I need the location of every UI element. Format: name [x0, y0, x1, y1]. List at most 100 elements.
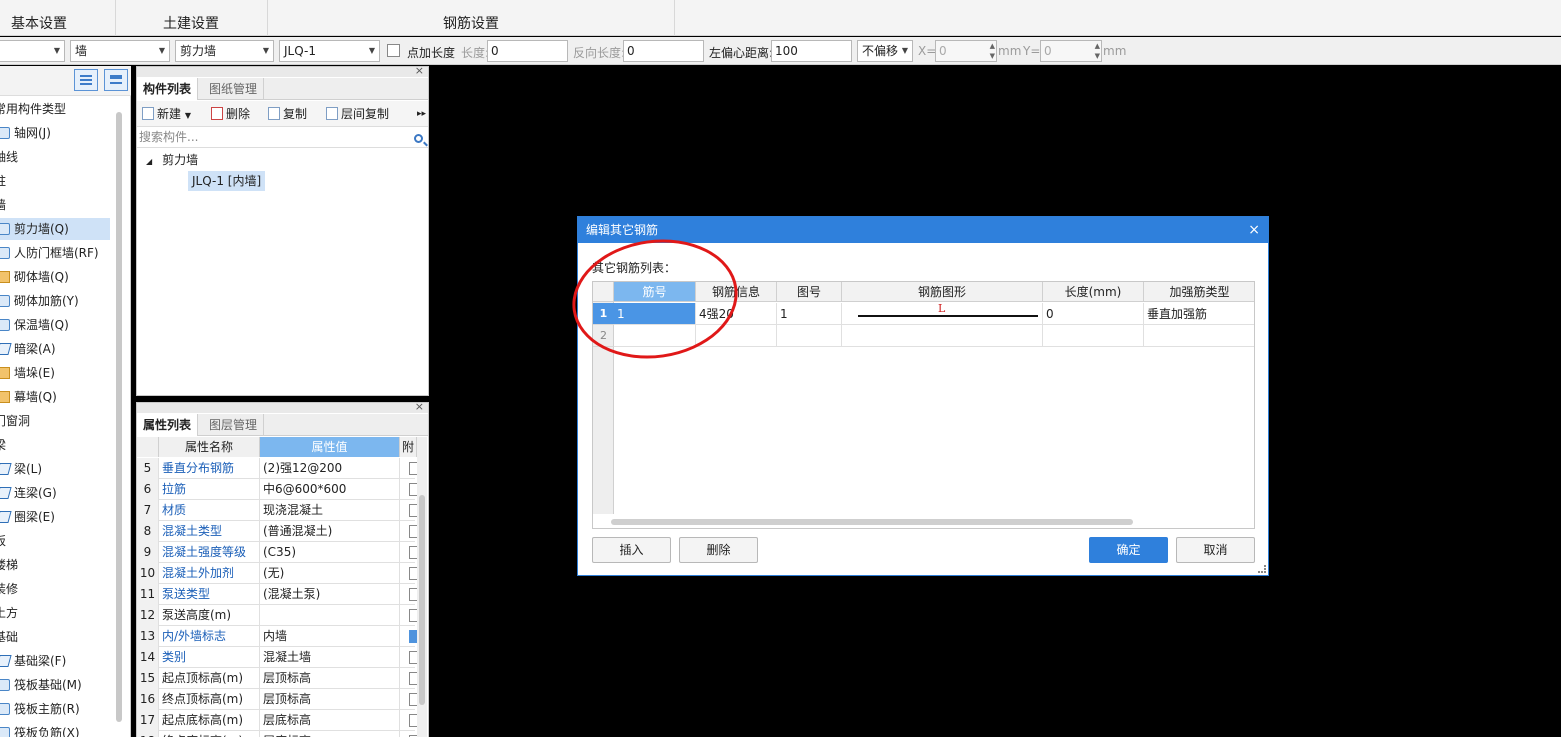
- property-row[interactable]: 16 终点顶标高(m) 层顶标高: [137, 689, 417, 710]
- property-value[interactable]: 层底标高: [260, 710, 400, 731]
- property-row[interactable]: 10 混凝土外加剂 (无): [137, 563, 417, 584]
- close-icon[interactable]: ×: [1248, 217, 1260, 243]
- cell-rebar-info[interactable]: 4强20: [696, 303, 777, 325]
- nav-item[interactable]: 筏板主筋(R): [0, 698, 110, 720]
- cell-rebar-type[interactable]: 垂直加强筋: [1144, 303, 1254, 325]
- nav-item[interactable]: 轴线: [0, 146, 106, 168]
- nav-item[interactable]: 暗梁(A): [0, 338, 110, 360]
- search-icon[interactable]: [414, 134, 423, 143]
- attach-checkbox[interactable]: [409, 609, 417, 622]
- attach-checkbox[interactable]: [409, 567, 417, 580]
- property-value[interactable]: 层顶标高: [260, 689, 400, 710]
- attach-checkbox[interactable]: [409, 546, 417, 559]
- nav-item[interactable]: 基础: [0, 626, 106, 648]
- reverse-length-input[interactable]: 0: [623, 40, 704, 62]
- cell-rebar-shape[interactable]: L: [842, 302, 1043, 325]
- property-value[interactable]: (2)强12@200: [260, 458, 400, 479]
- property-value[interactable]: (无): [260, 563, 400, 584]
- tile-view-icon[interactable]: [104, 69, 128, 91]
- attach-checkbox[interactable]: [409, 462, 417, 475]
- property-value[interactable]: (C35): [260, 542, 400, 563]
- property-scrollbar[interactable]: [417, 437, 427, 737]
- cell-rebar-type[interactable]: [1144, 325, 1254, 347]
- nav-item[interactable]: 常用构件类型: [0, 98, 106, 120]
- y-input[interactable]: 0 ▲ ▼: [1040, 40, 1102, 62]
- nav-item[interactable]: 砌体墙(Q): [0, 266, 110, 288]
- property-row[interactable]: 7 材质 现浇混凝土: [137, 500, 417, 521]
- column-bar-no[interactable]: 筋号: [614, 282, 696, 302]
- row-number[interactable]: 1: [593, 303, 614, 325]
- nav-item[interactable]: 连梁(G): [0, 482, 110, 504]
- column-length[interactable]: 长度(mm): [1043, 282, 1144, 302]
- attach-checkbox[interactable]: [409, 504, 417, 517]
- attach-checkbox[interactable]: [409, 630, 417, 643]
- nav-item[interactable]: 土方: [0, 602, 106, 624]
- cell-bar-no[interactable]: 1: [614, 303, 696, 325]
- property-row[interactable]: 13 内/外墙标志 内墙: [137, 626, 417, 647]
- tab-layer-management[interactable]: 图层管理: [203, 414, 265, 436]
- nav-item[interactable]: 保温墙(Q): [0, 314, 110, 336]
- list-view-icon[interactable]: [74, 69, 98, 91]
- property-row[interactable]: 12 泵送高度(m): [137, 605, 417, 626]
- attach-checkbox[interactable]: [409, 672, 417, 685]
- offset-mode-select[interactable]: 不偏移 ▼: [857, 40, 913, 62]
- tab-component-list[interactable]: 构件列表: [137, 78, 199, 100]
- component-search-input[interactable]: 搜索构件...: [137, 128, 428, 148]
- nav-item[interactable]: 幕墙(Q): [0, 386, 110, 408]
- attach-checkbox[interactable]: [409, 588, 417, 601]
- nav-item[interactable]: 筏板基础(M): [0, 674, 110, 696]
- property-row[interactable]: 14 类别 混凝土墙: [137, 647, 417, 668]
- spinner-icon[interactable]: ▲ ▼: [1095, 41, 1100, 61]
- nav-item[interactable]: 基础梁(F): [0, 650, 110, 672]
- row-number[interactable]: 2: [593, 325, 614, 347]
- delete-component-button[interactable]: 删除: [211, 105, 250, 123]
- length-input[interactable]: 0: [487, 40, 568, 62]
- cancel-button[interactable]: 取消: [1176, 537, 1255, 563]
- nav-item[interactable]: 板: [0, 530, 106, 552]
- floor-select[interactable]: ▼: [0, 40, 65, 62]
- nav-item[interactable]: 墙垛(E): [0, 362, 110, 384]
- nav-item[interactable]: 墙: [0, 194, 106, 216]
- property-value[interactable]: 层底标高: [260, 731, 400, 737]
- property-row[interactable]: 9 混凝土强度等级 (C35): [137, 542, 417, 563]
- attach-checkbox[interactable]: [409, 651, 417, 664]
- insert-button[interactable]: 插入: [592, 537, 671, 563]
- ribbon-tab-rebar-settings[interactable]: 钢筋设置: [268, 0, 675, 36]
- property-row[interactable]: 5 垂直分布钢筋 (2)强12@200: [137, 458, 417, 479]
- property-row[interactable]: 15 起点顶标高(m) 层顶标高: [137, 668, 417, 689]
- left-offset-input[interactable]: 100: [771, 40, 852, 62]
- property-row[interactable]: 6 拉筋 中6@600*600: [137, 479, 417, 500]
- cell-figure-no[interactable]: [777, 325, 842, 347]
- nav-item[interactable]: 轴网(J): [0, 122, 110, 144]
- nav-item[interactable]: 梁: [0, 434, 106, 456]
- property-value[interactable]: (混凝土泵): [260, 584, 400, 605]
- point-length-checkbox[interactable]: [387, 44, 400, 57]
- cell-figure-no[interactable]: 1: [777, 303, 842, 325]
- nav-item[interactable]: 柱: [0, 170, 106, 192]
- ribbon-tab-basic-settings[interactable]: 基本设置: [0, 0, 116, 36]
- component-category-select[interactable]: 墙 ▼: [70, 40, 170, 62]
- property-value[interactable]: 层顶标高: [260, 668, 400, 689]
- property-value[interactable]: 内墙: [260, 626, 400, 647]
- grid-horizontal-scrollbar[interactable]: [611, 519, 1133, 525]
- property-row[interactable]: 18终点底标高(m)层底标高: [137, 731, 417, 737]
- property-row[interactable]: 11 泵送类型 (混凝土泵): [137, 584, 417, 605]
- cell-bar-no[interactable]: [614, 325, 696, 347]
- collapse-triangle-icon[interactable]: ◢: [146, 157, 152, 166]
- x-input[interactable]: 0 ▲ ▼: [935, 40, 997, 62]
- nav-item[interactable]: 砌体加筋(Y): [0, 290, 110, 312]
- tree-item-jlq-1[interactable]: JLQ-1 [内墙]: [188, 171, 266, 191]
- property-row[interactable]: 17 起点底标高(m) 层底标高: [137, 710, 417, 731]
- nav-scrollbar[interactable]: [116, 112, 122, 722]
- more-icon[interactable]: ▸▸: [417, 105, 426, 123]
- component-name-select[interactable]: JLQ-1 ▼: [279, 40, 380, 62]
- nav-item[interactable]: 门窗洞: [0, 410, 106, 432]
- cell-length[interactable]: [1043, 325, 1144, 347]
- attach-checkbox[interactable]: [409, 525, 417, 538]
- new-component-button[interactable]: 新建 ▼: [142, 105, 191, 123]
- nav-item[interactable]: 装修: [0, 578, 106, 600]
- column-rebar-type[interactable]: 加强筋类型: [1144, 282, 1254, 302]
- tree-group-shear-wall[interactable]: ◢ 剪力墙: [146, 151, 198, 171]
- tab-property-list[interactable]: 属性列表: [137, 414, 199, 436]
- ribbon-tab-civil-settings[interactable]: 土建设置: [116, 0, 268, 36]
